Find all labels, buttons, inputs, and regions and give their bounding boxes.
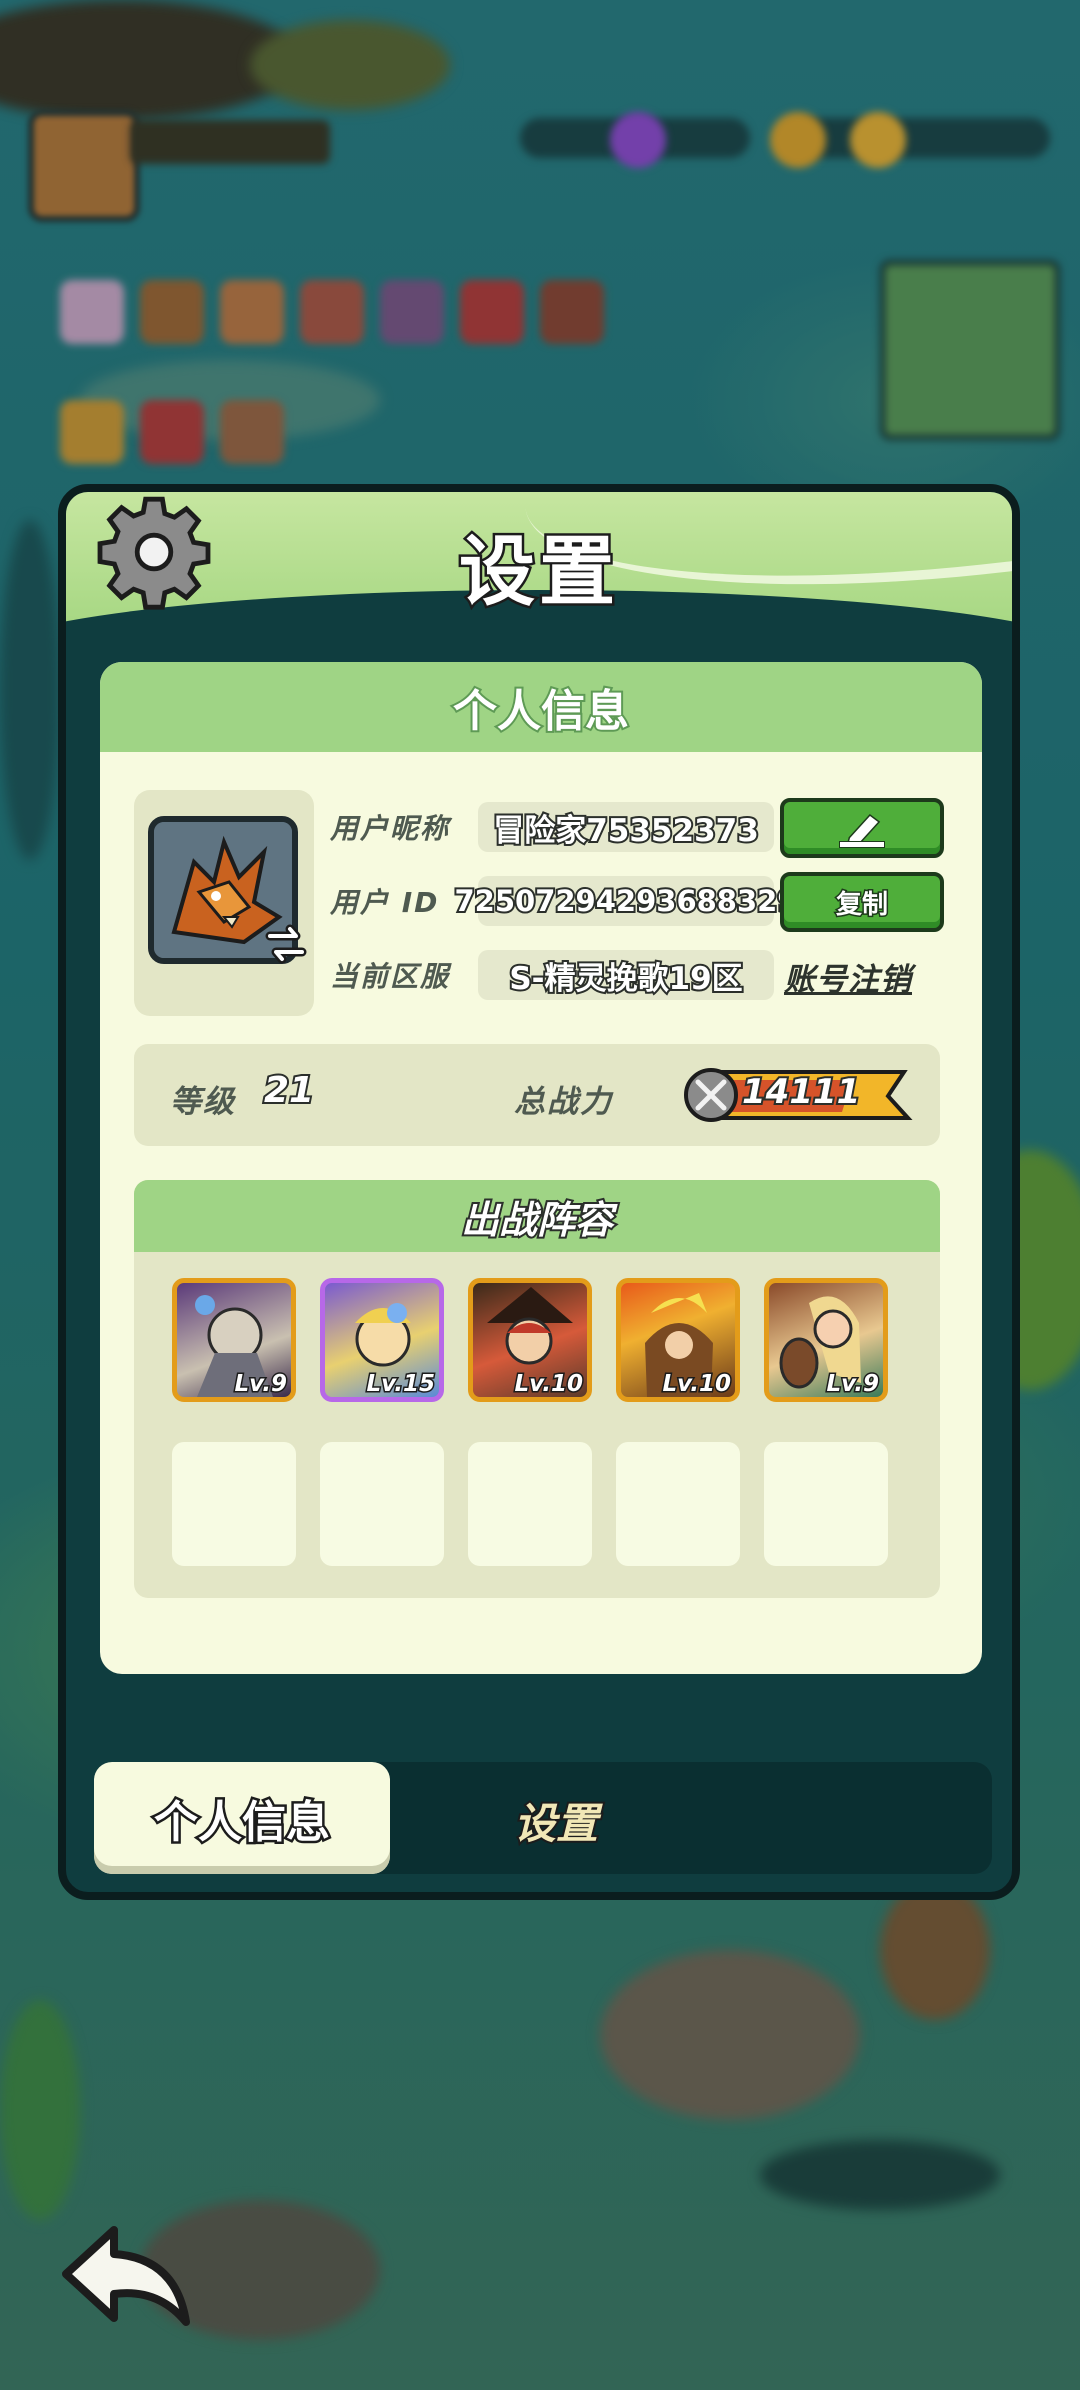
- power-value: 14111: [740, 1070, 862, 1114]
- empty-slot[interactable]: [764, 1442, 888, 1566]
- edit-nickname-button[interactable]: [780, 798, 944, 858]
- level-value: 21: [262, 1068, 316, 1113]
- power-label: 总战力: [514, 1084, 613, 1120]
- server-value: S-精灵挽歌19区: [478, 950, 774, 1000]
- empty-slot[interactable]: [320, 1442, 444, 1566]
- settings-panel: 设置 个人信息 用户昵称 冒险家75352373 用户 ID 725072942…: [58, 484, 1020, 1900]
- hero-slot-1[interactable]: Lv.9: [172, 1278, 296, 1402]
- hero-level: Lv.9: [825, 1370, 880, 1398]
- userid-value: 72507294293688329: [452, 876, 800, 926]
- swap-arrows-icon[interactable]: [264, 922, 308, 966]
- lineup-title: 出战阵容: [134, 1180, 940, 1252]
- userid-label: 用户 ID: [330, 886, 440, 919]
- card-title: 个人信息: [100, 662, 982, 752]
- back-button[interactable]: [58, 2222, 198, 2332]
- cancel-account-link[interactable]: 账号注销: [784, 954, 912, 999]
- hero-level: Lv.9: [233, 1370, 288, 1398]
- back-arrow-icon: [62, 2226, 190, 2326]
- tab-bar: 个人信息 设置: [94, 1762, 992, 1874]
- hero-level: Lv.10: [661, 1370, 733, 1398]
- hero-slot-3[interactable]: Lv.10: [468, 1278, 592, 1402]
- level-label: 等级: [170, 1084, 236, 1120]
- empty-slot[interactable]: [172, 1442, 296, 1566]
- stats-bar: 等级 21 总战力 14111: [134, 1044, 940, 1146]
- empty-slot[interactable]: [468, 1442, 592, 1566]
- copy-id-button[interactable]: 复制: [780, 872, 944, 932]
- empty-slot[interactable]: [616, 1442, 740, 1566]
- avatar-container[interactable]: [134, 790, 314, 1016]
- panel-title: 设置: [457, 525, 619, 619]
- hero-slot-2[interactable]: Lv.15: [320, 1278, 444, 1402]
- userid-row: 用户 ID 72507294293688329: [330, 876, 800, 926]
- server-label: 当前区服: [330, 960, 451, 993]
- personal-info-card: 个人信息 用户昵称 冒险家75352373 用户 ID 725072942936…: [100, 662, 982, 1674]
- nickname-value: 冒险家75352373: [478, 802, 774, 852]
- nickname-row: 用户昵称 冒险家75352373: [330, 802, 774, 852]
- battle-lineup: 出战阵容 Lv.9 Lv.15 Lv.10 Lv.10 Lv.9: [134, 1180, 940, 1598]
- pencil-icon: [839, 813, 885, 848]
- hero-level: Lv.15: [365, 1370, 437, 1398]
- nickname-label: 用户昵称: [330, 812, 451, 845]
- hero-level: Lv.10: [513, 1370, 585, 1398]
- server-row: 当前区服 S-精灵挽歌19区: [330, 950, 774, 1000]
- hero-slot-4[interactable]: Lv.10: [616, 1278, 740, 1402]
- hero-slot-5[interactable]: Lv.9: [764, 1278, 888, 1402]
- tab-personal-info[interactable]: 个人信息: [94, 1762, 390, 1874]
- tab-settings[interactable]: 设置: [512, 1790, 600, 1851]
